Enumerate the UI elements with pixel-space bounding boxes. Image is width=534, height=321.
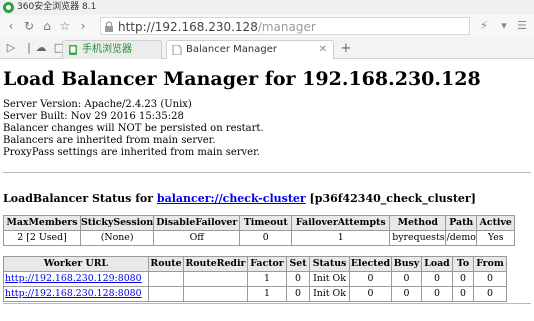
column-header: To	[452, 256, 474, 272]
column-header: Method	[389, 215, 447, 231]
cell: 0	[473, 286, 507, 302]
page-icon	[172, 45, 182, 55]
cell: Yes	[476, 230, 516, 246]
column-header: Status	[309, 256, 350, 272]
column-header: RouteRedir	[183, 256, 248, 272]
cell: 1	[247, 271, 287, 287]
column-header: Elected	[349, 256, 392, 272]
cell: 0	[452, 286, 474, 302]
cell: (None)	[79, 230, 155, 246]
cell: 0	[473, 271, 507, 287]
balancer-status-heading: LoadBalancer Status for balancer://check…	[3, 192, 476, 205]
tab-mobile-browser[interactable]: 手机浏览器	[62, 40, 162, 59]
cell: 0	[286, 286, 310, 302]
server-info: Server Version: Apache/2.4.23 (Unix) Ser…	[3, 99, 264, 159]
persist-notice: Balancer changes will NOT be persisted o…	[3, 123, 264, 134]
cell: 0	[421, 286, 453, 302]
column-header: Route	[148, 256, 184, 272]
cell: 0	[421, 271, 453, 287]
tab-balancer-manager[interactable]: Balancer Manager ✕	[166, 40, 334, 59]
lightning-icon[interactable]: ⚡	[476, 18, 492, 34]
column-header: Active	[476, 215, 516, 231]
divider	[3, 303, 531, 304]
table-header-row: Worker URL Route RouteRedir Factor Set S…	[3, 256, 507, 272]
worker-url-link[interactable]: http://192.168.230.128:8080	[5, 288, 142, 299]
divider	[3, 172, 531, 173]
column-header: FailoverAttempts	[291, 215, 391, 231]
table-row: http://192.168.230.128:8080 1 0 Init Ok …	[3, 286, 507, 302]
table-row: 2 [2 Used] (None) Off 0 1 byrequests /de…	[3, 230, 516, 246]
balancer-table: MaxMembers StickySession DisableFailover…	[3, 215, 516, 246]
refresh-icon[interactable]: ↻	[21, 18, 37, 34]
new-tab-button[interactable]: +	[338, 41, 354, 57]
home-icon[interactable]: ⌂	[39, 18, 55, 34]
balancer-link[interactable]: balancer://check-cluster	[157, 192, 306, 205]
dropdown-icon[interactable]: ▾	[496, 18, 512, 34]
proxypass-inherited: ProxyPass settings are inherited from ma…	[3, 147, 260, 158]
status-suffix: [p36f42340_check_cluster]	[309, 192, 476, 205]
server-version: Server Version: Apache/2.4.23 (Unix)	[3, 99, 192, 110]
column-header: Path	[445, 215, 478, 231]
back-icon[interactable]: ‹	[3, 18, 19, 34]
address-bar[interactable]: http://192.168.230.128/manager	[100, 17, 470, 35]
column-header: Worker URL	[3, 256, 149, 272]
column-header: Busy	[391, 256, 422, 272]
sidebar-toggle-icon[interactable]: ▷	[4, 41, 18, 55]
status-prefix: LoadBalancer Status for	[3, 192, 154, 205]
worker-url-link[interactable]: http://192.168.230.129:8080	[5, 273, 142, 284]
table-row: http://192.168.230.129:8080 1 0 Init Ok …	[3, 271, 507, 287]
cell: Init Ok	[309, 286, 350, 302]
url-host: http://192.168.230.128	[118, 20, 258, 34]
column-header: MaxMembers	[3, 215, 81, 231]
cell	[148, 286, 184, 302]
tab-bar: ▷ | ☁ □ 手机浏览器 Balancer Manager ✕ +	[0, 37, 534, 59]
cell: /demo	[445, 230, 478, 246]
menu-icon[interactable]: ☰	[514, 18, 530, 34]
title-bar: 360安全浏览器 8.1	[0, 0, 534, 15]
cell: 2 [2 Used]	[3, 230, 81, 246]
cell: 1	[291, 230, 391, 246]
column-header: From	[473, 256, 507, 272]
cell: 0	[286, 271, 310, 287]
worker-url-cell: http://192.168.230.129:8080	[3, 271, 149, 287]
browser-logo-icon	[3, 2, 14, 13]
column-header: Timeout	[239, 215, 293, 231]
column-header: Factor	[247, 256, 287, 272]
cell: 0	[391, 286, 422, 302]
tab-label: Balancer Manager	[186, 44, 278, 55]
cell	[183, 286, 248, 302]
cloud-icon[interactable]: ☁	[34, 41, 48, 55]
worker-table: Worker URL Route RouteRedir Factor Set S…	[3, 256, 507, 302]
cell: byrequests	[389, 230, 447, 246]
cell: 0	[349, 271, 392, 287]
url-path: /manager	[257, 20, 316, 34]
cell: 0	[239, 230, 293, 246]
worker-url-cell: http://192.168.230.128:8080	[3, 286, 149, 302]
favorite-star-icon[interactable]: ☆	[57, 18, 73, 34]
column-header: StickySession	[79, 215, 155, 231]
column-header: Set	[286, 256, 310, 272]
mobile-browser-icon	[69, 45, 77, 55]
server-built: Server Built: Nov 29 2016 15:35:28	[3, 111, 184, 122]
navigation-bar: ‹ ↻ ⌂ ☆ › http://192.168.230.128/manager…	[0, 15, 534, 37]
cell: 0	[349, 286, 392, 302]
cell: 0	[452, 271, 474, 287]
cell	[148, 271, 184, 287]
tab-label: 手机浏览器	[82, 44, 132, 55]
column-header: Load	[421, 256, 453, 272]
url-text[interactable]: http://192.168.230.128/manager	[118, 19, 316, 35]
app-title: 360安全浏览器 8.1	[17, 2, 97, 12]
table-header-row: MaxMembers StickySession DisableFailover…	[3, 215, 516, 231]
balancers-inherited: Balancers are inherited from main server…	[3, 135, 216, 146]
page-title: Load Balancer Manager for 192.168.230.12…	[3, 68, 481, 90]
cell: Init Ok	[309, 271, 350, 287]
lock-icon	[105, 21, 113, 32]
cell	[183, 271, 248, 287]
forward-icon[interactable]: ›	[75, 18, 91, 34]
close-icon[interactable]: ✕	[319, 43, 327, 57]
cell: 0	[391, 271, 422, 287]
cell: 1	[247, 286, 287, 302]
cell: Off	[153, 230, 241, 246]
column-header: DisableFailover	[153, 215, 241, 231]
